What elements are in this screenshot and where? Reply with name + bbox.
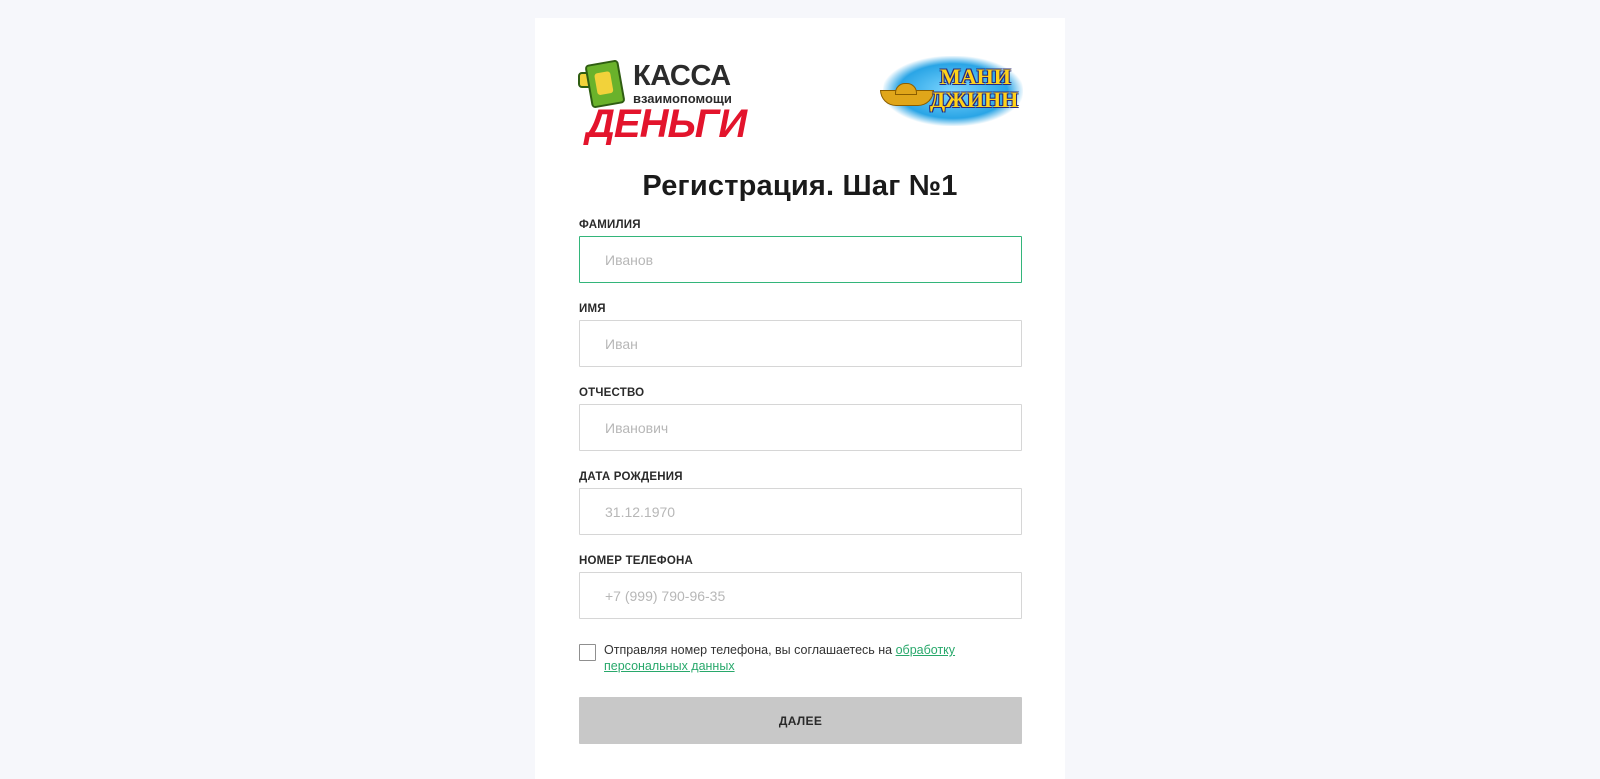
magic-lamp-icon [880, 83, 934, 106]
logos-row: КАССА взаимопомощи ДЕНЬГИ МАНИ ДЖИНН [578, 52, 1023, 162]
middle-name-label: ОТЧЕСТВО [579, 387, 645, 399]
first-name-field-group: ИМЯ [579, 302, 1022, 367]
birth-date-label: ДАТА РОЖДЕНИЯ [579, 471, 683, 483]
last-name-input[interactable] [579, 236, 1022, 283]
consent-text: Отправляя номер телефона, вы соглашаетес… [604, 642, 964, 674]
birth-date-field-group: ДАТА РОЖДЕНИЯ [579, 470, 1022, 535]
kassa-dengi-logo: КАССА взаимопомощи ДЕНЬГИ [578, 56, 753, 151]
middle-name-field-group: ОТЧЕСТВО [579, 386, 1022, 451]
first-name-input[interactable] [579, 320, 1022, 367]
logo-money-line2: ДЖИНН [930, 87, 1019, 112]
next-button[interactable]: ДАЛЕЕ [579, 697, 1022, 744]
consent-checkbox[interactable] [579, 644, 596, 661]
registration-card: КАССА взаимопомощи ДЕНЬГИ МАНИ ДЖИНН Рег… [535, 18, 1065, 779]
birth-date-input[interactable] [579, 488, 1022, 535]
money-jinn-logo: МАНИ ДЖИНН [878, 52, 1028, 132]
phone-input[interactable] [579, 572, 1022, 619]
first-name-label: ИМЯ [579, 303, 606, 315]
logo-kassa-line1: КАССА [633, 60, 731, 92]
logo-kassa-line3: ДЕНЬГИ [586, 102, 747, 146]
page-title: Регистрация. Шаг №1 [642, 170, 958, 202]
phone-label: НОМЕР ТЕЛЕФОНА [579, 555, 693, 567]
last-name-field-group: ФАМИЛИЯ [579, 218, 1022, 283]
middle-name-input[interactable] [579, 404, 1022, 451]
last-name-label: ФАМИЛИЯ [579, 219, 641, 231]
consent-text-label: Отправляя номер телефона, вы соглашаетес… [604, 643, 896, 657]
phone-field-group: НОМЕР ТЕЛЕФОНА [579, 554, 1022, 619]
